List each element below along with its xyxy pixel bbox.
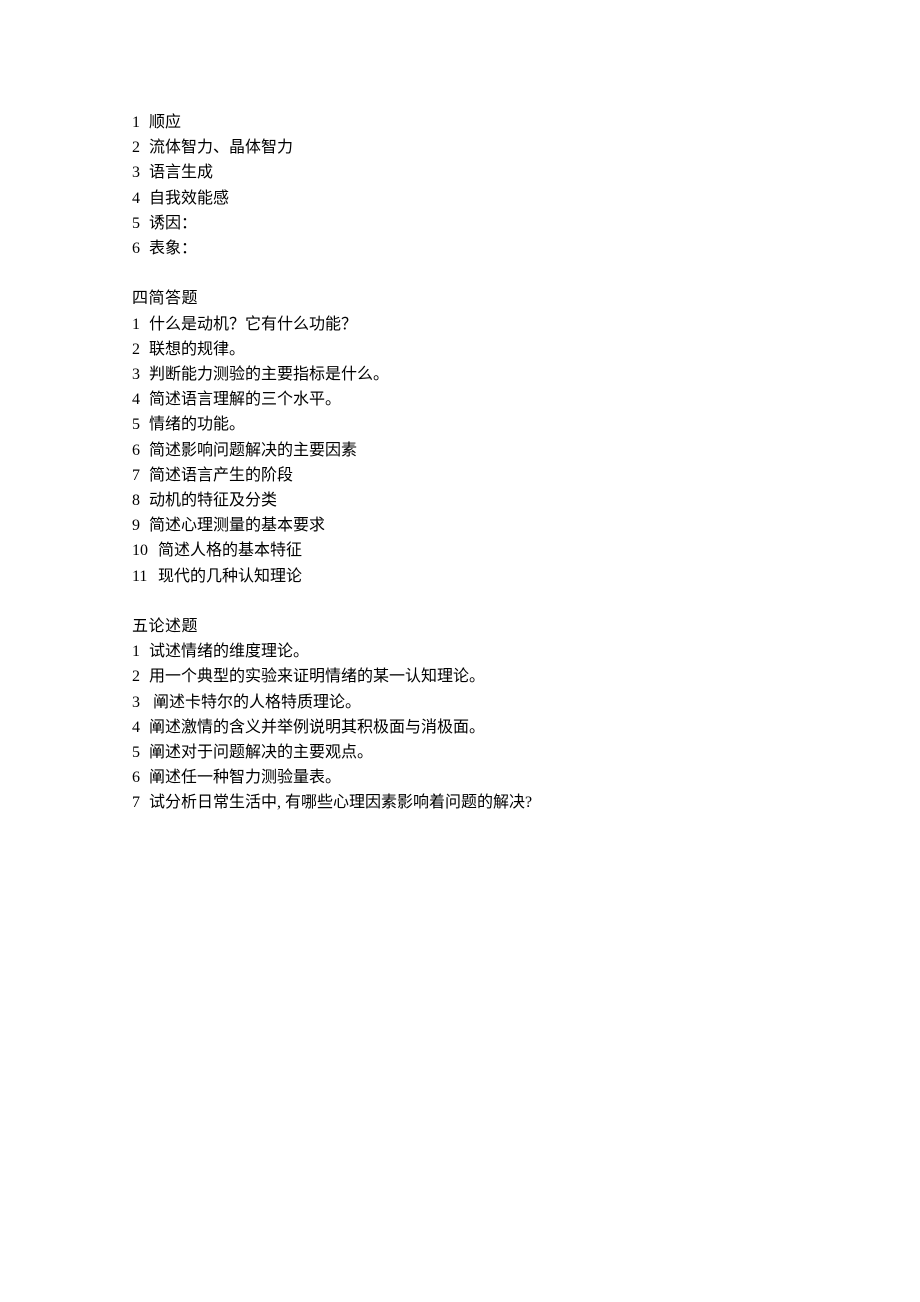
- item-text: 情绪的功能。: [149, 412, 245, 437]
- item-text: 阐述激情的含义并举例说明其积极面与消极面。: [149, 715, 485, 740]
- section-title: 论述题: [149, 614, 199, 639]
- section-number: 五: [132, 614, 149, 639]
- item-text: 阐述卡特尔的人格特质理论。: [149, 690, 361, 715]
- item-number: 6: [132, 236, 149, 261]
- item-text: 简述心理测量的基本要求: [149, 513, 325, 538]
- list-item: 5 阐述对于问题解决的主要观点。: [132, 740, 920, 765]
- list-item: 3 语言生成: [132, 160, 920, 185]
- item-number: 2: [132, 337, 149, 362]
- list-item: 11 现代的几种认知理论: [132, 564, 920, 589]
- item-text: 自我效能感: [149, 186, 229, 211]
- list-item: 6 表象：: [132, 236, 920, 261]
- item-number: 10: [132, 538, 158, 563]
- item-number: 2: [132, 135, 149, 160]
- section-short-answer: 四 简答题 1 什么是动机？它有什么功能？ 2 联想的规律。 3 判断能力测验的…: [132, 286, 920, 588]
- list-item: 6 阐述任一种智力测验量表。: [132, 765, 920, 790]
- list-item: 4 阐述激情的含义并举例说明其积极面与消极面。: [132, 715, 920, 740]
- item-text: 联想的规律。: [149, 337, 245, 362]
- item-number: 7: [132, 463, 149, 488]
- item-text: 阐述对于问题解决的主要观点。: [149, 740, 373, 765]
- item-number: 6: [132, 438, 149, 463]
- section-number: 四: [132, 286, 149, 311]
- item-number: 6: [132, 765, 149, 790]
- list-item: 4 简述语言理解的三个水平。: [132, 387, 920, 412]
- list-item: 2 联想的规律。: [132, 337, 920, 362]
- item-text: 用一个典型的实验来证明情绪的某一认知理论。: [149, 664, 485, 689]
- list-item: 10 简述人格的基本特征: [132, 538, 920, 563]
- item-text: 简述语言产生的阶段: [149, 463, 293, 488]
- item-text: 判断能力测验的主要指标是什么。: [149, 362, 389, 387]
- item-text: 动机的特征及分类: [149, 488, 277, 513]
- blank-line: [132, 589, 920, 614]
- item-number: 7: [132, 790, 149, 815]
- blank-line: [132, 261, 920, 286]
- section-essay: 五 论述题 1 试述情绪的维度理论。 2 用一个典型的实验来证明情绪的某一认知理…: [132, 614, 920, 816]
- list-item: 3 阐述卡特尔的人格特质理论。: [132, 690, 920, 715]
- item-number: 3: [132, 362, 149, 387]
- item-number: 5: [132, 740, 149, 765]
- item-number: 8: [132, 488, 149, 513]
- item-number: 5: [132, 412, 149, 437]
- list-item: 7 试分析日常生活中, 有哪些心理因素影响着问题的解决?: [132, 790, 920, 815]
- item-text: 语言生成: [149, 160, 213, 185]
- list-item: 5 情绪的功能。: [132, 412, 920, 437]
- section-header: 五 论述题: [132, 614, 920, 639]
- list-item: 5 诱因：: [132, 211, 920, 236]
- item-number: 3: [132, 690, 149, 715]
- item-text: 简述语言理解的三个水平。: [149, 387, 341, 412]
- item-text: 流体智力、晶体智力: [149, 135, 293, 160]
- item-text: 简述人格的基本特征: [158, 538, 302, 563]
- item-text: 顺应: [149, 110, 181, 135]
- item-number: 4: [132, 387, 149, 412]
- item-number: 1: [132, 110, 149, 135]
- section-title: 简答题: [149, 286, 199, 311]
- item-text: 试分析日常生活中, 有哪些心理因素影响着问题的解决?: [149, 790, 532, 815]
- list-item: 6 简述影响问题解决的主要因素: [132, 438, 920, 463]
- item-number: 11: [132, 564, 158, 589]
- item-number: 1: [132, 312, 149, 337]
- item-text: 现代的几种认知理论: [158, 564, 302, 589]
- section-terms: 1 顺应 2 流体智力、晶体智力 3 语言生成 4 自我效能感 5 诱因： 6 …: [132, 110, 920, 261]
- item-number: 3: [132, 160, 149, 185]
- list-item: 9 简述心理测量的基本要求: [132, 513, 920, 538]
- section-header: 四 简答题: [132, 286, 920, 311]
- item-text: 表象：: [149, 236, 197, 261]
- item-text: 阐述任一种智力测验量表。: [149, 765, 341, 790]
- list-item: 8 动机的特征及分类: [132, 488, 920, 513]
- list-item: 1 顺应: [132, 110, 920, 135]
- list-item: 3 判断能力测验的主要指标是什么。: [132, 362, 920, 387]
- item-number: 5: [132, 211, 149, 236]
- item-text: 什么是动机？它有什么功能？: [149, 312, 357, 337]
- document-page: 1 顺应 2 流体智力、晶体智力 3 语言生成 4 自我效能感 5 诱因： 6 …: [0, 0, 920, 816]
- item-text: 简述影响问题解决的主要因素: [149, 438, 357, 463]
- item-number: 1: [132, 639, 149, 664]
- list-item: 7 简述语言产生的阶段: [132, 463, 920, 488]
- list-item: 2 用一个典型的实验来证明情绪的某一认知理论。: [132, 664, 920, 689]
- list-item: 2 流体智力、晶体智力: [132, 135, 920, 160]
- list-item: 4 自我效能感: [132, 186, 920, 211]
- item-number: 9: [132, 513, 149, 538]
- list-item: 1 试述情绪的维度理论。: [132, 639, 920, 664]
- item-text: 诱因：: [149, 211, 197, 236]
- list-item: 1 什么是动机？它有什么功能？: [132, 312, 920, 337]
- item-number: 4: [132, 186, 149, 211]
- item-number: 2: [132, 664, 149, 689]
- item-number: 4: [132, 715, 149, 740]
- item-text: 试述情绪的维度理论。: [149, 639, 309, 664]
